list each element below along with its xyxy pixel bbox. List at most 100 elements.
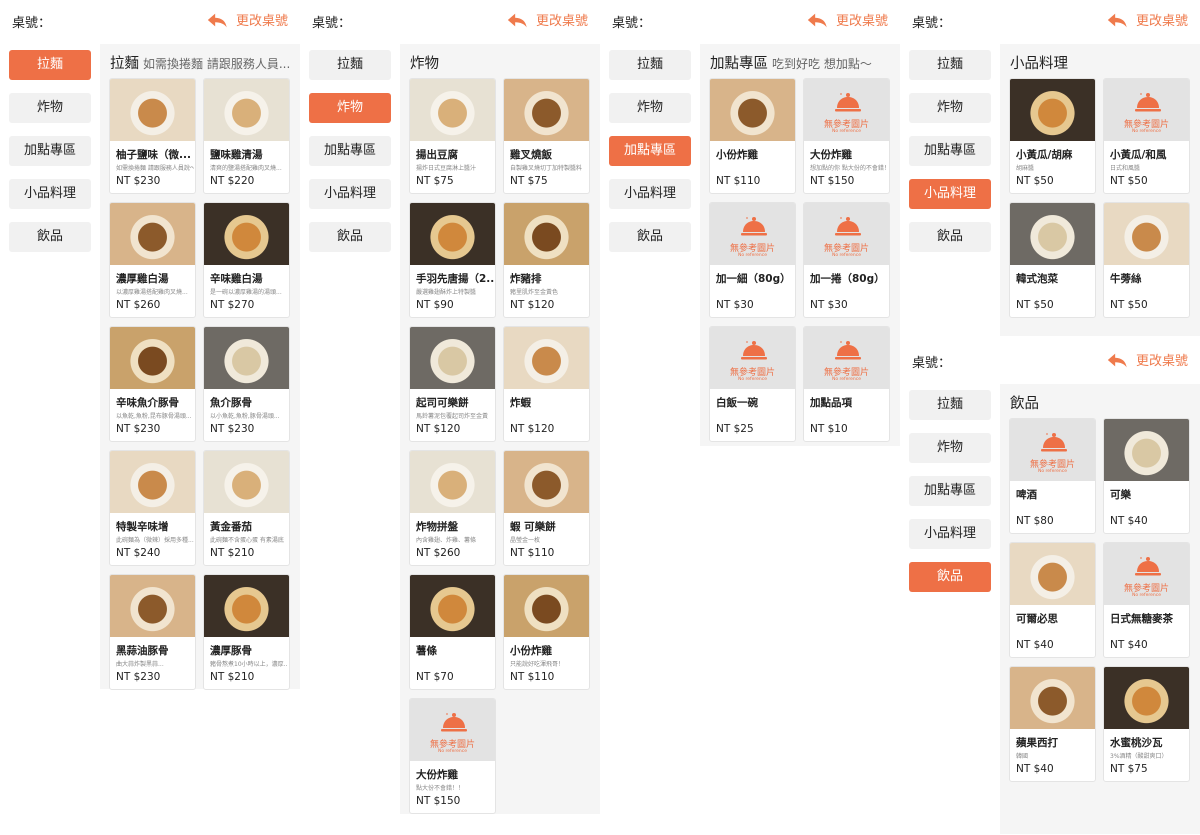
menu-item-card[interactable]: 無參考圖片 No reference 加一細（80g） NT $30 [709,202,796,318]
back-arrow-icon [1106,351,1128,369]
category-button-1[interactable]: 炸物 [909,93,991,123]
item-name: 日式無糖麥茶 [1110,613,1173,625]
change-table-label: 更改桌號 [835,14,888,29]
category-sidebar: 拉麵炸物加點專區小品料理飲品 [609,50,691,265]
table-number-label: 桌號： [312,16,352,31]
change-table-button[interactable]: 更改桌號 [206,10,288,29]
menu-item-card[interactable]: 柚子鹽味（微... 如需換捲麵 請跟服務人員說～ NT $230 [109,78,196,194]
item-image [504,203,589,265]
item-description: 3%酒精（酸甜爽口） [1110,753,1168,760]
menu-item-card[interactable]: 炸豬排 豬里肌炸至金黃色 NT $120 [503,202,590,318]
menu-item-card[interactable]: 無參考圖片 No reference 大份炸雞 想加點的你 點大份的不會錯！ NT $1… [803,78,890,194]
item-name: 揚出豆腐 [416,149,458,161]
menu-item-card[interactable]: 無參考圖片 No reference 大份炸雞 點大份不會錯！！ NT $150 [409,698,496,814]
item-price: NT $10 [810,423,848,435]
table-number-label: 桌號： [912,356,952,371]
menu-item-card[interactable]: 炸蝦 NT $120 [503,326,590,442]
category-button-3[interactable]: 小品料理 [609,179,691,209]
menu-item-card[interactable]: 蘋果西打 韓國 NT $40 [1009,666,1096,782]
menu-item-card[interactable]: 可爾必思 NT $40 [1009,542,1096,658]
section-title-text: 加點專區 [710,56,768,72]
menu-item-card[interactable]: 蝦 可樂餅 晶瑩金一枚 NT $110 [503,450,590,566]
menu-item-card[interactable]: 炸物拼盤 內含雞翅、炸雞、薯條 NT $260 [409,450,496,566]
category-button-1[interactable]: 炸物 [309,93,391,123]
menu-item-card[interactable]: 鹽味雞清湯 清爽的鹽湯搭配雞肉叉燒... NT $220 [203,78,290,194]
menu-item-card[interactable]: 無參考圖片 No reference 啤酒 NT $80 [1009,418,1096,534]
category-button-2[interactable]: 加點專區 [9,136,91,166]
item-price: NT $75 [416,175,454,187]
item-name: 啤酒 [1016,489,1037,501]
category-button-4[interactable]: 飲品 [909,562,991,592]
menu-item-card[interactable]: 濃厚豚骨 豬骨熬煮10小時以上，濃厚... NT $210 [203,574,290,690]
item-image [110,451,195,513]
change-table-button[interactable]: 更改桌號 [1106,350,1188,369]
category-button-3[interactable]: 小品料理 [309,179,391,209]
menu-item-card[interactable]: 辛味雞白湯 是一碗以濃厚雞湯的湯頭... NT $270 [203,202,290,318]
menu-item-card[interactable]: 韓式泡菜 NT $50 [1009,202,1096,318]
category-button-2[interactable]: 加點專區 [609,136,691,166]
item-price: NT $270 [210,299,255,311]
menu-item-card[interactable]: 無參考圖片 No reference 加點品項 NT $10 [803,326,890,442]
category-button-0[interactable]: 拉麵 [609,50,691,80]
change-table-button[interactable]: 更改桌號 [1106,10,1188,29]
menu-item-card[interactable]: 牛蒡絲 NT $50 [1103,202,1190,318]
cloche-icon [1134,555,1162,577]
menu-item-card[interactable]: 濃厚雞白湯 以濃厚雞湯搭配雞肉叉燒... NT $260 [109,202,196,318]
menu-item-card[interactable]: 小份炸雞 只能說好吃渾飛哥！ NT $110 [503,574,590,690]
item-price: NT $40 [1110,639,1148,651]
category-button-1[interactable]: 炸物 [909,433,991,463]
menu-item-card[interactable]: 揚出豆腐 揚炸日式豆腐淋上醬汁 NT $75 [409,78,496,194]
category-button-3[interactable]: 小品料理 [9,179,91,209]
menu-item-card[interactable]: 黑蒜油豚骨 曲大蒜炸製黑蒜... NT $230 [109,574,196,690]
menu-item-card[interactable]: 雞叉燒飯 自製雞叉燒切丁加特製醬料 NT $75 [503,78,590,194]
category-button-1[interactable]: 炸物 [609,93,691,123]
placeholder-subtitle: No reference [1131,129,1162,134]
category-button-3[interactable]: 小品料理 [909,519,991,549]
menu-item-card[interactable]: 可樂 NT $40 [1103,418,1190,534]
placeholder-subtitle: No reference [1131,593,1162,598]
menu-item-card[interactable]: 無參考圖片 No reference 小黃瓜/和風 日式和風醬 NT $50 [1103,78,1190,194]
category-button-2[interactable]: 加點專區 [309,136,391,166]
category-button-0[interactable]: 拉麵 [909,390,991,420]
menu-item-card[interactable]: 魚介豚骨 以小魚乾,魚粉,豚骨湯頭... NT $230 [203,326,290,442]
menu-item-card[interactable]: 黃金番茄 此碗麵不含蛋心蛋 有素湯底 NT $210 [203,450,290,566]
item-image [1104,419,1189,481]
menu-item-card[interactable]: 無參考圖片 No reference 加一捲（80g） NT $30 [803,202,890,318]
category-button-4[interactable]: 飲品 [309,222,391,252]
menu-item-card[interactable]: 起司可樂餅 馬鈴薯泥包覆起司炸至金黃 NT $120 [409,326,496,442]
item-image [204,327,289,389]
item-name: 小份炸雞 [510,645,552,657]
change-table-button[interactable]: 更改桌號 [506,10,588,29]
menu-item-card[interactable]: 無參考圖片 No reference 日式無糖麥茶 NT $40 [1103,542,1190,658]
category-button-0[interactable]: 拉麵 [9,50,91,80]
placeholder-subtitle: No reference [831,377,862,382]
category-button-0[interactable]: 拉麵 [309,50,391,80]
category-button-4[interactable]: 飲品 [909,222,991,252]
category-button-2[interactable]: 加點專區 [909,136,991,166]
category-button-2[interactable]: 加點專區 [909,476,991,506]
item-price: NT $80 [1016,515,1054,527]
menu-item-card[interactable]: 小份炸雞 NT $110 [709,78,796,194]
no-image-placeholder: 無參考圖片 No reference [710,327,795,389]
item-name: 蝦 可樂餅 [510,521,556,533]
category-button-1[interactable]: 炸物 [9,93,91,123]
menu-item-card[interactable]: 特製辛味增 此碗麵為（微辣）採用多種... NT $240 [109,450,196,566]
item-image [110,203,195,265]
cloche-icon [740,339,768,361]
item-description: 清爽的鹽湯搭配雞肉叉燒... [210,165,282,172]
category-button-4[interactable]: 飲品 [9,222,91,252]
menu-item-card[interactable]: 小黃瓜/胡麻 胡麻醬 NT $50 [1009,78,1096,194]
category-button-4[interactable]: 飲品 [609,222,691,252]
menu-item-card[interactable]: 水蜜桃沙瓦 3%酒精（酸甜爽口） NT $75 [1103,666,1190,782]
item-description: 韓國 [1016,753,1029,760]
menu-item-card[interactable]: 辛味魚介豚骨 以魚乾,魚粉,昆布豚骨湯頭... NT $230 [109,326,196,442]
category-button-3[interactable]: 小品料理 [909,179,991,209]
change-table-button[interactable]: 更改桌號 [806,10,888,29]
menu-item-card[interactable]: 無參考圖片 No reference 白飯一碗 NT $25 [709,326,796,442]
menu-item-card[interactable]: 薯條 NT $70 [409,574,496,690]
category-button-0[interactable]: 拉麵 [909,50,991,80]
item-name: 炸物拼盤 [416,521,458,533]
item-price: NT $150 [810,175,855,187]
item-name: 手羽先唐揚（2... [416,273,494,285]
menu-item-card[interactable]: 手羽先唐揚（2... 嚴選雞翅酥炸上特製醬 NT $90 [409,202,496,318]
